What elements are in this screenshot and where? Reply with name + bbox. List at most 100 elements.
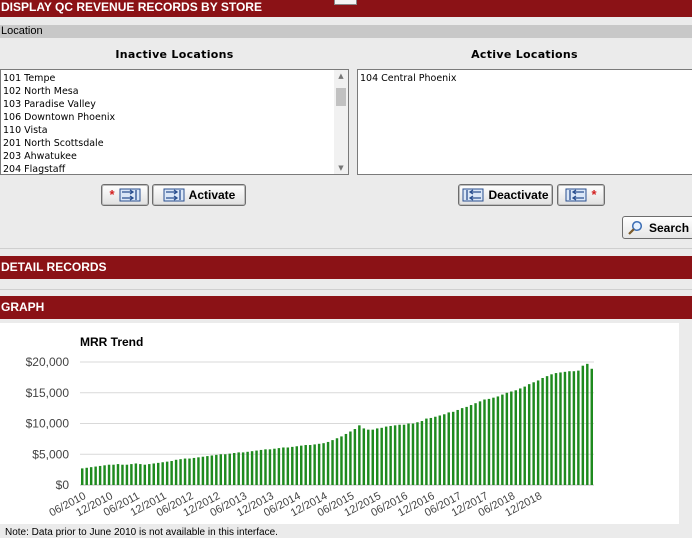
chart-bar xyxy=(98,465,102,485)
chart-bar xyxy=(286,447,290,485)
chart-bar xyxy=(487,398,491,485)
chart-bar xyxy=(326,441,330,485)
chart-bar xyxy=(572,371,576,485)
chart-bar xyxy=(447,412,450,485)
move-left-arrows-icon xyxy=(462,188,484,202)
inactive-location-item[interactable]: 110 Vista xyxy=(3,124,348,137)
active-locations-list[interactable]: 104 Central Phoenix xyxy=(357,69,692,175)
chart-bar xyxy=(586,363,589,485)
location-section-header: Location xyxy=(0,25,692,38)
inactive-location-item[interactable]: 201 North Scottsdale xyxy=(3,137,348,150)
chart-bar xyxy=(375,428,379,485)
chart-bar xyxy=(577,370,580,485)
chart-bar xyxy=(416,422,419,485)
y-tick-label: $10,000 xyxy=(26,417,70,431)
chart-bar xyxy=(510,391,513,485)
chart-bar xyxy=(469,405,473,485)
deactivate-all-button[interactable]: * xyxy=(557,184,605,206)
chart-bar xyxy=(541,377,544,485)
chart-bar xyxy=(581,365,585,485)
graph-header[interactable]: GRAPH xyxy=(0,296,692,319)
search-label: Search xyxy=(649,220,690,235)
mrr-trend-chart: MRR Trend $0 $5,000 $10,000 $15,000 $20,000 0… xyxy=(0,323,679,524)
asterisk-icon: * xyxy=(109,187,115,202)
chart-bar xyxy=(139,464,142,485)
activate-button[interactable]: Activate xyxy=(152,184,246,206)
chart-bar xyxy=(89,467,93,485)
chart-bar xyxy=(116,464,120,485)
chart-bar xyxy=(465,406,468,485)
detail-records-header[interactable]: DETAIL RECORDS xyxy=(0,256,692,279)
inactive-location-item[interactable]: 102 North Mesa xyxy=(3,85,348,98)
collapse-toggle[interactable] xyxy=(334,0,357,5)
chart-bar xyxy=(492,397,495,485)
chart-bar xyxy=(451,411,455,485)
active-location-item[interactable]: 104 Central Phoenix xyxy=(360,72,692,85)
inactive-location-item[interactable]: 106 Downtown Phoenix xyxy=(3,111,348,124)
chart-bar xyxy=(335,438,339,485)
activate-all-button[interactable]: * xyxy=(101,184,149,206)
chart-bar xyxy=(505,392,509,485)
chart-bar xyxy=(188,458,191,485)
scroll-up-arrow-icon[interactable]: ▲ xyxy=(337,71,345,81)
y-tick-label: $5,000 xyxy=(32,447,69,461)
chart-bar xyxy=(282,447,285,485)
chart-bar xyxy=(291,446,294,485)
chart-bar xyxy=(179,459,182,485)
move-right-arrows-icon xyxy=(163,188,185,202)
chart-bar xyxy=(228,453,231,485)
chart-bar xyxy=(367,429,370,485)
chart-bar xyxy=(224,454,227,485)
chart-bar xyxy=(81,468,84,485)
chart-bar xyxy=(340,436,343,485)
deactivate-label: Deactivate xyxy=(488,188,549,202)
chart-bar xyxy=(478,401,482,485)
chart-bar xyxy=(112,464,115,485)
deactivate-button[interactable]: Deactivate xyxy=(458,184,553,206)
chart-bar xyxy=(246,451,249,485)
chart-bar xyxy=(143,464,147,485)
chart-bar xyxy=(371,429,374,485)
inactive-location-item[interactable]: 203 Ahwatukee xyxy=(3,150,348,163)
chart-bar xyxy=(107,464,111,485)
inactive-location-item[interactable]: 101 Tempe xyxy=(3,72,348,85)
chart-bar xyxy=(277,448,281,485)
move-left-arrows-icon xyxy=(565,188,587,202)
chart-bar xyxy=(429,417,433,485)
inactive-locations-list[interactable]: 101 Tempe 102 North Mesa 103 Paradise Vall… xyxy=(0,69,349,175)
data-availability-note: Note: Data prior to June 2010 is not ava… xyxy=(5,527,278,538)
scroll-thumb[interactable] xyxy=(336,88,346,106)
chart-bar xyxy=(317,443,321,485)
chart-bar xyxy=(201,456,205,485)
chart-bar xyxy=(425,418,428,485)
chart-bar xyxy=(514,390,518,485)
chart-bar xyxy=(353,429,357,485)
chart-bar xyxy=(554,373,558,485)
chart-bar xyxy=(268,449,272,485)
chart-bar xyxy=(148,464,151,485)
y-tick-label: $20,000 xyxy=(26,355,70,369)
chart-bar xyxy=(536,380,540,485)
divider xyxy=(0,289,692,290)
chart-bar xyxy=(215,454,218,485)
chart-bar xyxy=(241,452,245,485)
chart-bar xyxy=(545,376,549,485)
chart-bar xyxy=(273,448,276,485)
chart-bar xyxy=(206,456,209,485)
search-button[interactable]: Search xyxy=(622,216,692,239)
chart-bar xyxy=(125,464,129,485)
chart-bar xyxy=(165,461,169,485)
chart-bar xyxy=(94,466,97,485)
scroll-down-arrow-icon[interactable]: ▼ xyxy=(337,163,345,173)
chart-bar xyxy=(398,424,401,485)
chart-bar xyxy=(232,453,236,485)
active-locations-title: Active Locations xyxy=(471,48,578,61)
chart-bar xyxy=(434,416,437,485)
chart-bar xyxy=(304,445,307,485)
inactive-location-item[interactable]: 103 Paradise Valley xyxy=(3,98,348,111)
asterisk-icon: * xyxy=(591,187,597,202)
inactive-list-scrollbar[interactable]: ▲ ▼ xyxy=(334,70,348,174)
chart-bar xyxy=(501,394,504,485)
chart-bar xyxy=(331,440,334,485)
inactive-location-item[interactable]: 204 Flagstaff xyxy=(3,163,348,174)
